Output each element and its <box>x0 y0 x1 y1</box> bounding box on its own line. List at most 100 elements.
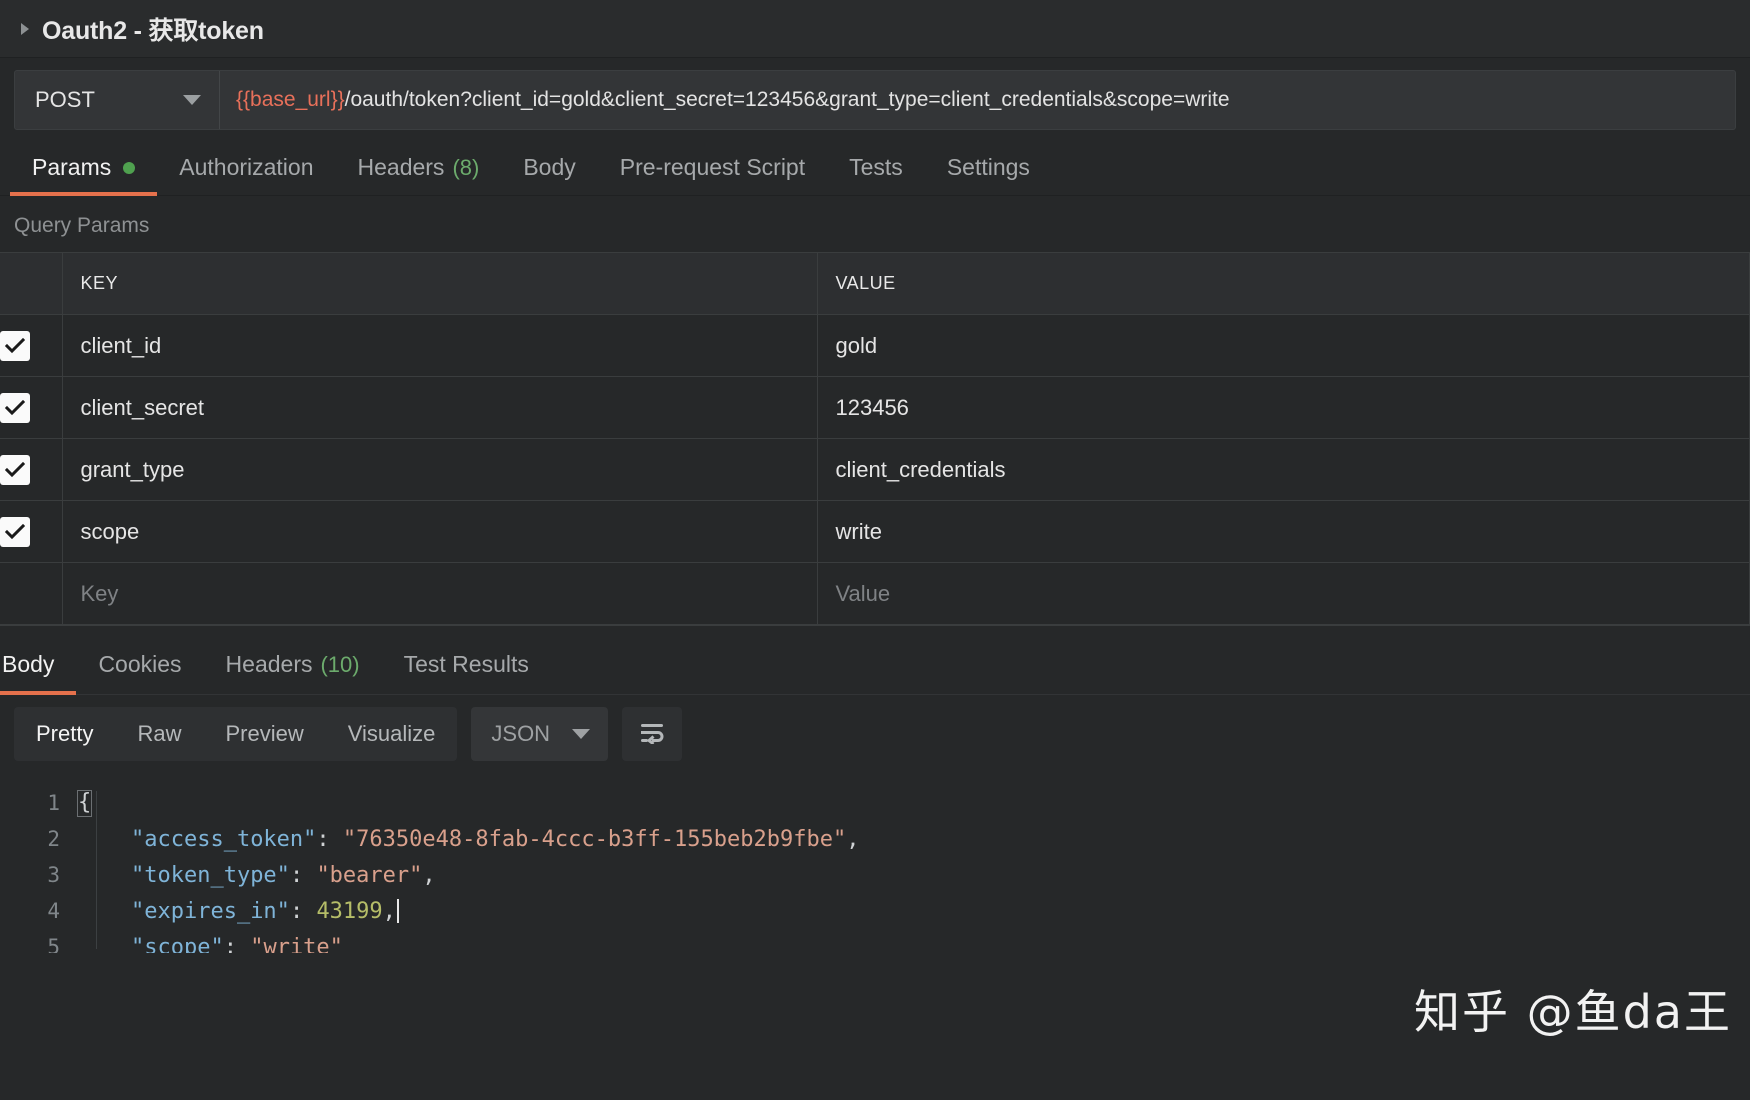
line-number: 2 <box>47 827 60 851</box>
row-checkbox-cell[interactable] <box>0 314 63 377</box>
response-tab-test-results-label: Test Results <box>403 651 529 677</box>
code-line: 5 "scope": "write" <box>0 929 1750 954</box>
query-params-table: KEY VALUE client_id gold client_secret 1… <box>0 252 1750 625</box>
tab-body-label: Body <box>523 154 576 180</box>
tab-settings-label: Settings <box>946 154 1030 180</box>
table-row-empty: Key Value <box>0 562 1750 625</box>
tab-headers-count: (8) <box>452 154 480 180</box>
row-checkbox-cell-empty[interactable] <box>0 562 63 625</box>
code-line: 1 { <box>0 785 1750 821</box>
response-tab-body-label: Body <box>2 651 55 677</box>
chevron-down-icon <box>183 95 201 105</box>
checkbox-checked-icon[interactable] <box>0 392 30 423</box>
text-cursor <box>396 898 399 923</box>
view-mode-pretty[interactable]: Pretty <box>14 707 115 761</box>
tab-pre-request-script-label: Pre-request Script <box>619 154 806 180</box>
response-divider <box>0 625 1750 635</box>
key-column-header: KEY <box>62 252 818 315</box>
tab-headers-label: Headers <box>357 154 445 180</box>
tab-body[interactable]: Body <box>501 140 597 195</box>
url-input[interactable]: {{base_url}}/oauth/token?client_id=gold&… <box>220 71 1735 129</box>
request-name-bar: Oauth2 - 获取token <box>0 0 1750 58</box>
tab-tests-label: Tests <box>849 154 903 180</box>
json-colon: : <box>289 898 317 924</box>
checkbox-checked-icon[interactable] <box>0 330 30 361</box>
watermark: 知乎 @鱼da王 <box>1413 985 1732 1039</box>
table-row: grant_type client_credentials <box>0 438 1750 501</box>
json-comma: , <box>422 862 436 888</box>
tab-authorization-label: Authorization <box>179 154 314 180</box>
value-column-header: VALUE <box>817 252 1750 315</box>
response-tab-cookies-label: Cookies <box>98 651 182 677</box>
response-viewer-toolbar: Pretty Raw Preview Visualize JSON <box>0 695 1750 773</box>
request-title: Oauth2 - 获取token <box>42 16 264 45</box>
row-checkbox-cell[interactable] <box>0 500 63 563</box>
json-key: "token_type" <box>130 862 290 888</box>
tab-pre-request-script[interactable]: Pre-request Script <box>598 140 827 195</box>
new-param-value-input[interactable]: Value <box>817 562 1750 625</box>
view-mode-visualize[interactable]: Visualize <box>326 707 458 761</box>
chevron-down-icon <box>572 729 591 739</box>
json-key: "expires_in" <box>130 898 290 924</box>
select-all-column-header <box>0 252 63 315</box>
json-comma: , <box>382 898 396 924</box>
json-key: "scope" <box>130 934 224 954</box>
json-open-brace: { <box>76 790 93 817</box>
word-wrap-icon <box>638 720 666 749</box>
collapse-chevron-icon[interactable] <box>16 20 34 38</box>
response-body-code[interactable]: 1 { 2 "access_token": "76350e48-8fab-4cc… <box>0 773 1750 953</box>
response-tab-body[interactable]: Body <box>0 635 77 695</box>
response-tab-headers[interactable]: Headers (10) <box>204 635 382 694</box>
request-tab-bar: Params Authorization Headers (8) Body Pr… <box>0 140 1750 196</box>
json-value: 43199 <box>316 898 383 924</box>
table-row: client_secret 123456 <box>0 376 1750 439</box>
param-value-cell[interactable]: client_credentials <box>817 438 1750 501</box>
table-row: scope write <box>0 500 1750 563</box>
response-tab-cookies[interactable]: Cookies <box>76 635 203 694</box>
word-wrap-button[interactable] <box>622 707 683 761</box>
json-value: "write" <box>250 934 343 954</box>
code-line: 3 "token_type": "bearer", <box>0 857 1750 893</box>
code-line: 4 "expires_in": 43199, <box>0 893 1750 929</box>
json-comma: , <box>846 826 860 852</box>
param-value-cell[interactable]: write <box>817 500 1750 563</box>
line-number: 5 <box>47 935 60 953</box>
line-number: 3 <box>47 863 60 887</box>
indent-guide <box>96 791 97 949</box>
json-value: "76350e48-8fab-4ccc-b3ff-155beb2b9fbe" <box>342 826 847 852</box>
tab-authorization[interactable]: Authorization <box>157 140 335 195</box>
param-key-cell[interactable]: client_secret <box>62 376 818 439</box>
row-checkbox-cell[interactable] <box>0 438 63 501</box>
http-method-select[interactable]: POST <box>15 71 220 129</box>
code-line: 2 "access_token": "76350e48-8fab-4ccc-b3… <box>0 821 1750 857</box>
param-key-cell[interactable]: grant_type <box>62 438 818 501</box>
response-tab-test-results[interactable]: Test Results <box>382 635 551 694</box>
checkbox-checked-icon[interactable] <box>0 516 30 547</box>
row-checkbox-cell[interactable] <box>0 376 63 439</box>
json-colon: : <box>223 934 251 954</box>
new-param-key-input[interactable]: Key <box>62 562 818 625</box>
param-key-cell[interactable]: scope <box>62 500 818 563</box>
view-mode-raw[interactable]: Raw <box>115 707 203 761</box>
table-row: client_id gold <box>0 314 1750 377</box>
param-key-cell[interactable]: client_id <box>62 314 818 377</box>
checkbox-checked-icon[interactable] <box>0 454 30 485</box>
json-key: "access_token" <box>130 826 317 852</box>
response-format-label: JSON <box>491 721 551 746</box>
response-format-select[interactable]: JSON <box>471 707 609 761</box>
param-value-cell[interactable]: 123456 <box>817 376 1750 439</box>
query-params-heading: Query Params <box>0 196 1750 252</box>
table-header-row: KEY VALUE <box>0 252 1750 315</box>
url-variable: {{base_url}} <box>236 88 345 111</box>
response-tab-headers-count: (10) <box>320 651 360 677</box>
tab-headers[interactable]: Headers (8) <box>336 140 502 195</box>
param-value-cell[interactable]: gold <box>817 314 1750 377</box>
tab-tests[interactable]: Tests <box>827 140 925 195</box>
url-bar: POST {{base_url}}/oauth/token?client_id=… <box>0 58 1750 140</box>
tab-params[interactable]: Params <box>10 140 158 196</box>
params-modified-dot-icon <box>123 161 136 174</box>
url-path: /oauth/token?client_id=gold&client_secre… <box>344 88 1230 111</box>
view-mode-preview[interactable]: Preview <box>203 707 325 761</box>
tab-settings[interactable]: Settings <box>925 140 1052 195</box>
line-number: 4 <box>47 899 60 923</box>
